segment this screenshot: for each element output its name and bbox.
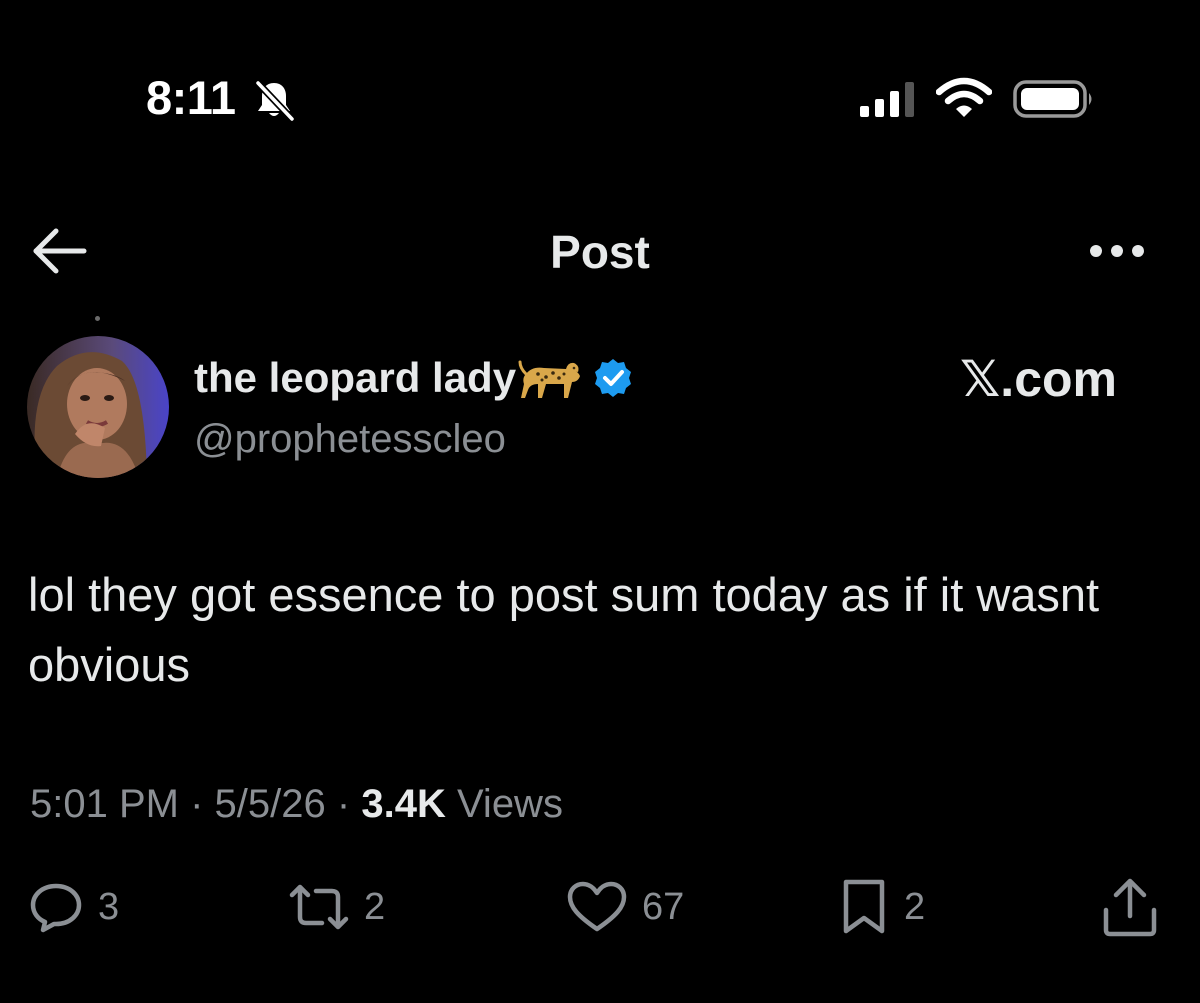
like-count: 67 (642, 886, 685, 928)
reply-count: 3 (98, 886, 120, 928)
ellipsis-icon[interactable] (1086, 238, 1148, 264)
source-domain-text: .com (1000, 351, 1117, 407)
bookmark-icon (843, 879, 885, 934)
cellular-signal-icon (860, 82, 914, 117)
wifi-icon (936, 77, 992, 117)
share-icon (1103, 878, 1157, 937)
post-meta: 5:01 PM · 5/5/26 · 3.4K Views (30, 776, 563, 832)
repost-count: 2 (364, 886, 386, 928)
status-time: 8:11 (146, 71, 236, 124)
author-name-text: the leopard lady (194, 354, 517, 401)
bell-slash-icon (254, 79, 296, 122)
meta-separator: · (336, 782, 351, 826)
author-handle[interactable]: @prophetesscleo (194, 414, 506, 464)
battery-icon (1013, 80, 1092, 118)
post-date: 5/5/26 (214, 782, 326, 826)
source-label: 𝕏 .com (960, 350, 1117, 408)
x-logo-text: 𝕏 (960, 350, 1001, 408)
repost-button[interactable]: 2 (288, 872, 385, 942)
bookmark-button[interactable]: 2 (838, 872, 925, 942)
views-label: Views (456, 782, 563, 826)
heart-icon (567, 881, 627, 932)
leopard-icon (518, 360, 581, 398)
share-button[interactable] (1100, 872, 1160, 942)
post-time: 5:01 PM (30, 782, 179, 826)
avatar[interactable] (27, 336, 169, 478)
verified-badge-icon (595, 359, 632, 397)
post-text: lol they got essence to post sum today a… (28, 568, 1100, 691)
reply-button[interactable]: 3 (28, 872, 119, 942)
thread-connector-dot (95, 316, 100, 321)
author-display-name[interactable]: the leopard lady (194, 352, 634, 404)
reply-icon (30, 883, 82, 933)
repost-icon (289, 884, 349, 930)
views-count: 3.4K (361, 782, 446, 826)
bookmark-count: 2 (904, 886, 926, 928)
meta-separator: · (190, 782, 204, 826)
like-button[interactable]: 67 (566, 872, 684, 942)
page-title: Post (550, 226, 650, 278)
